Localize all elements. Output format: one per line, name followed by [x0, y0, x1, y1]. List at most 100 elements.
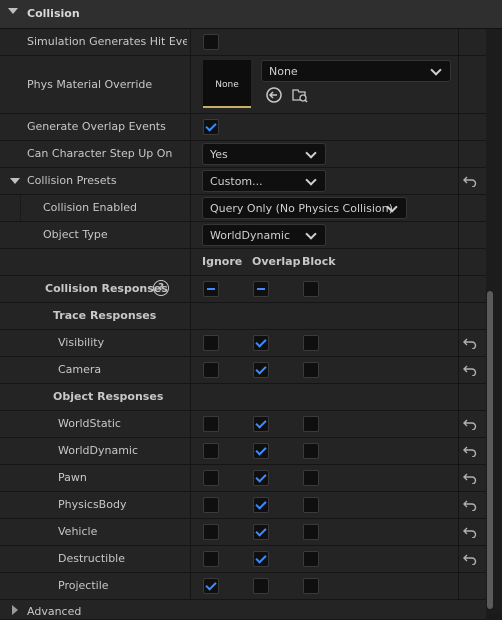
row-object-header: Object Responses [0, 384, 486, 411]
overlap-checkbox[interactable] [253, 416, 269, 432]
row-step-up: Can Character Step Up On Yes [0, 141, 486, 168]
trace-responses-label: Trace Responses [53, 309, 157, 322]
overlap-checkbox[interactable] [203, 119, 219, 135]
reset-to-default-icon[interactable] [463, 472, 477, 484]
all-block-checkbox[interactable] [303, 281, 319, 297]
row-sim-hit-events: Simulation Generates Hit Even... [0, 29, 486, 56]
step-up-value: Yes [210, 148, 228, 161]
phys-mat-combo-text: None [269, 65, 298, 78]
use-selected-icon[interactable] [265, 86, 283, 104]
response-row: Visibility [0, 330, 486, 357]
col-ignore: Ignore [202, 255, 243, 268]
block-checkbox[interactable] [303, 416, 319, 432]
response-name: PhysicsBody [58, 498, 127, 511]
phys-mat-thumbnail[interactable]: None [203, 60, 251, 108]
presets-value: Custom... [210, 175, 263, 188]
response-row: Pawn [0, 465, 486, 492]
col-overlap: Overlap [252, 255, 301, 268]
block-checkbox[interactable] [303, 470, 319, 486]
ignore-checkbox[interactable] [203, 551, 219, 567]
section-title: Collision [27, 7, 80, 20]
phys-mat-label: Phys Material Override [27, 78, 153, 91]
browse-folder-icon[interactable] [291, 86, 309, 104]
help-icon[interactable]: ? [153, 280, 169, 296]
overlap-checkbox[interactable] [253, 362, 269, 378]
block-checkbox[interactable] [303, 497, 319, 513]
row-generate-overlap: Generate Overlap Events [0, 114, 486, 141]
chevron-down-icon [305, 228, 317, 240]
row-collision-responses: Collision Responses ? [0, 276, 486, 303]
response-row: WorldStatic [0, 411, 486, 438]
block-checkbox[interactable] [303, 578, 319, 594]
overlap-checkbox[interactable] [253, 551, 269, 567]
ignore-checkbox[interactable] [203, 362, 219, 378]
reset-to-default-icon[interactable] [463, 445, 477, 457]
reset-to-default-icon[interactable] [463, 499, 477, 511]
row-object-type: Object Type WorldDynamic [0, 222, 486, 249]
sim-hit-checkbox[interactable] [203, 34, 219, 50]
row-collision-enabled: Collision Enabled Query Only (No Physics… [0, 195, 486, 222]
response-row: Vehicle [0, 519, 486, 546]
overlap-checkbox[interactable] [253, 443, 269, 459]
ignore-checkbox[interactable] [203, 578, 219, 594]
overlap-label: Generate Overlap Events [27, 120, 166, 133]
response-name: Projectile [58, 579, 109, 592]
row-trace-header: Trace Responses [0, 303, 486, 330]
block-checkbox[interactable] [303, 362, 319, 378]
enabled-label: Collision Enabled [43, 201, 138, 214]
phys-mat-thumb-text: None [215, 80, 239, 90]
scrollbar-thumb[interactable] [487, 291, 493, 609]
reset-to-default-icon[interactable] [463, 526, 477, 538]
row-collision-presets: Collision Presets Custom... [0, 168, 486, 195]
ignore-checkbox[interactable] [203, 524, 219, 540]
step-up-combo[interactable]: Yes [202, 143, 326, 165]
chevron-down-icon [305, 174, 317, 186]
overlap-checkbox[interactable] [253, 578, 269, 594]
block-checkbox[interactable] [303, 551, 319, 567]
row-advanced[interactable]: Advanced [0, 600, 486, 620]
object-type-combo[interactable]: WorldDynamic [202, 224, 326, 246]
reset-to-default-icon[interactable] [463, 418, 477, 430]
collision-enabled-combo[interactable]: Query Only (No Physics Collision) [202, 197, 407, 219]
response-name: Pawn [58, 471, 87, 484]
response-row: PhysicsBody [0, 492, 486, 519]
presets-label: Collision Presets [27, 174, 117, 187]
overlap-checkbox[interactable] [253, 335, 269, 351]
ignore-checkbox[interactable] [203, 335, 219, 351]
reset-to-default-icon[interactable] [463, 337, 477, 349]
reset-to-default-icon[interactable] [463, 175, 477, 187]
overlap-checkbox[interactable] [253, 524, 269, 540]
ignore-checkbox[interactable] [203, 470, 219, 486]
advanced-label: Advanced [27, 605, 82, 618]
all-overlap-checkbox[interactable] [253, 281, 269, 297]
phys-mat-combo[interactable]: None [261, 60, 451, 82]
reset-to-default-icon[interactable] [463, 364, 477, 376]
object-type-value: WorldDynamic [210, 229, 291, 242]
chevron-down-icon [430, 64, 442, 76]
overlap-checkbox[interactable] [253, 470, 269, 486]
reset-to-default-icon[interactable] [463, 553, 477, 565]
ignore-checkbox[interactable] [203, 443, 219, 459]
response-row: Destructible [0, 546, 486, 573]
response-name: Camera [58, 363, 102, 376]
row-column-headers: Ignore Overlap Block [0, 249, 486, 276]
ignore-checkbox[interactable] [203, 416, 219, 432]
response-name: Visibility [58, 336, 105, 349]
collision-enabled-value: Query Only (No Physics Collision) [210, 202, 393, 215]
response-name: WorldDynamic [58, 444, 139, 457]
overlap-checkbox[interactable] [253, 497, 269, 513]
block-checkbox[interactable] [303, 524, 319, 540]
response-name: WorldStatic [58, 417, 121, 430]
col-block: Block [302, 255, 336, 268]
row-phys-material: Phys Material Override None None [0, 56, 486, 114]
block-checkbox[interactable] [303, 443, 319, 459]
object-type-label: Object Type [43, 228, 108, 241]
presets-combo[interactable]: Custom... [202, 170, 326, 192]
collision-section-header[interactable]: Collision [0, 0, 502, 29]
response-row: WorldDynamic [0, 438, 486, 465]
expand-arrow-icon[interactable] [10, 178, 20, 184]
all-ignore-checkbox[interactable] [203, 281, 219, 297]
ignore-checkbox[interactable] [203, 497, 219, 513]
block-checkbox[interactable] [303, 335, 319, 351]
chevron-down-icon [305, 147, 317, 159]
